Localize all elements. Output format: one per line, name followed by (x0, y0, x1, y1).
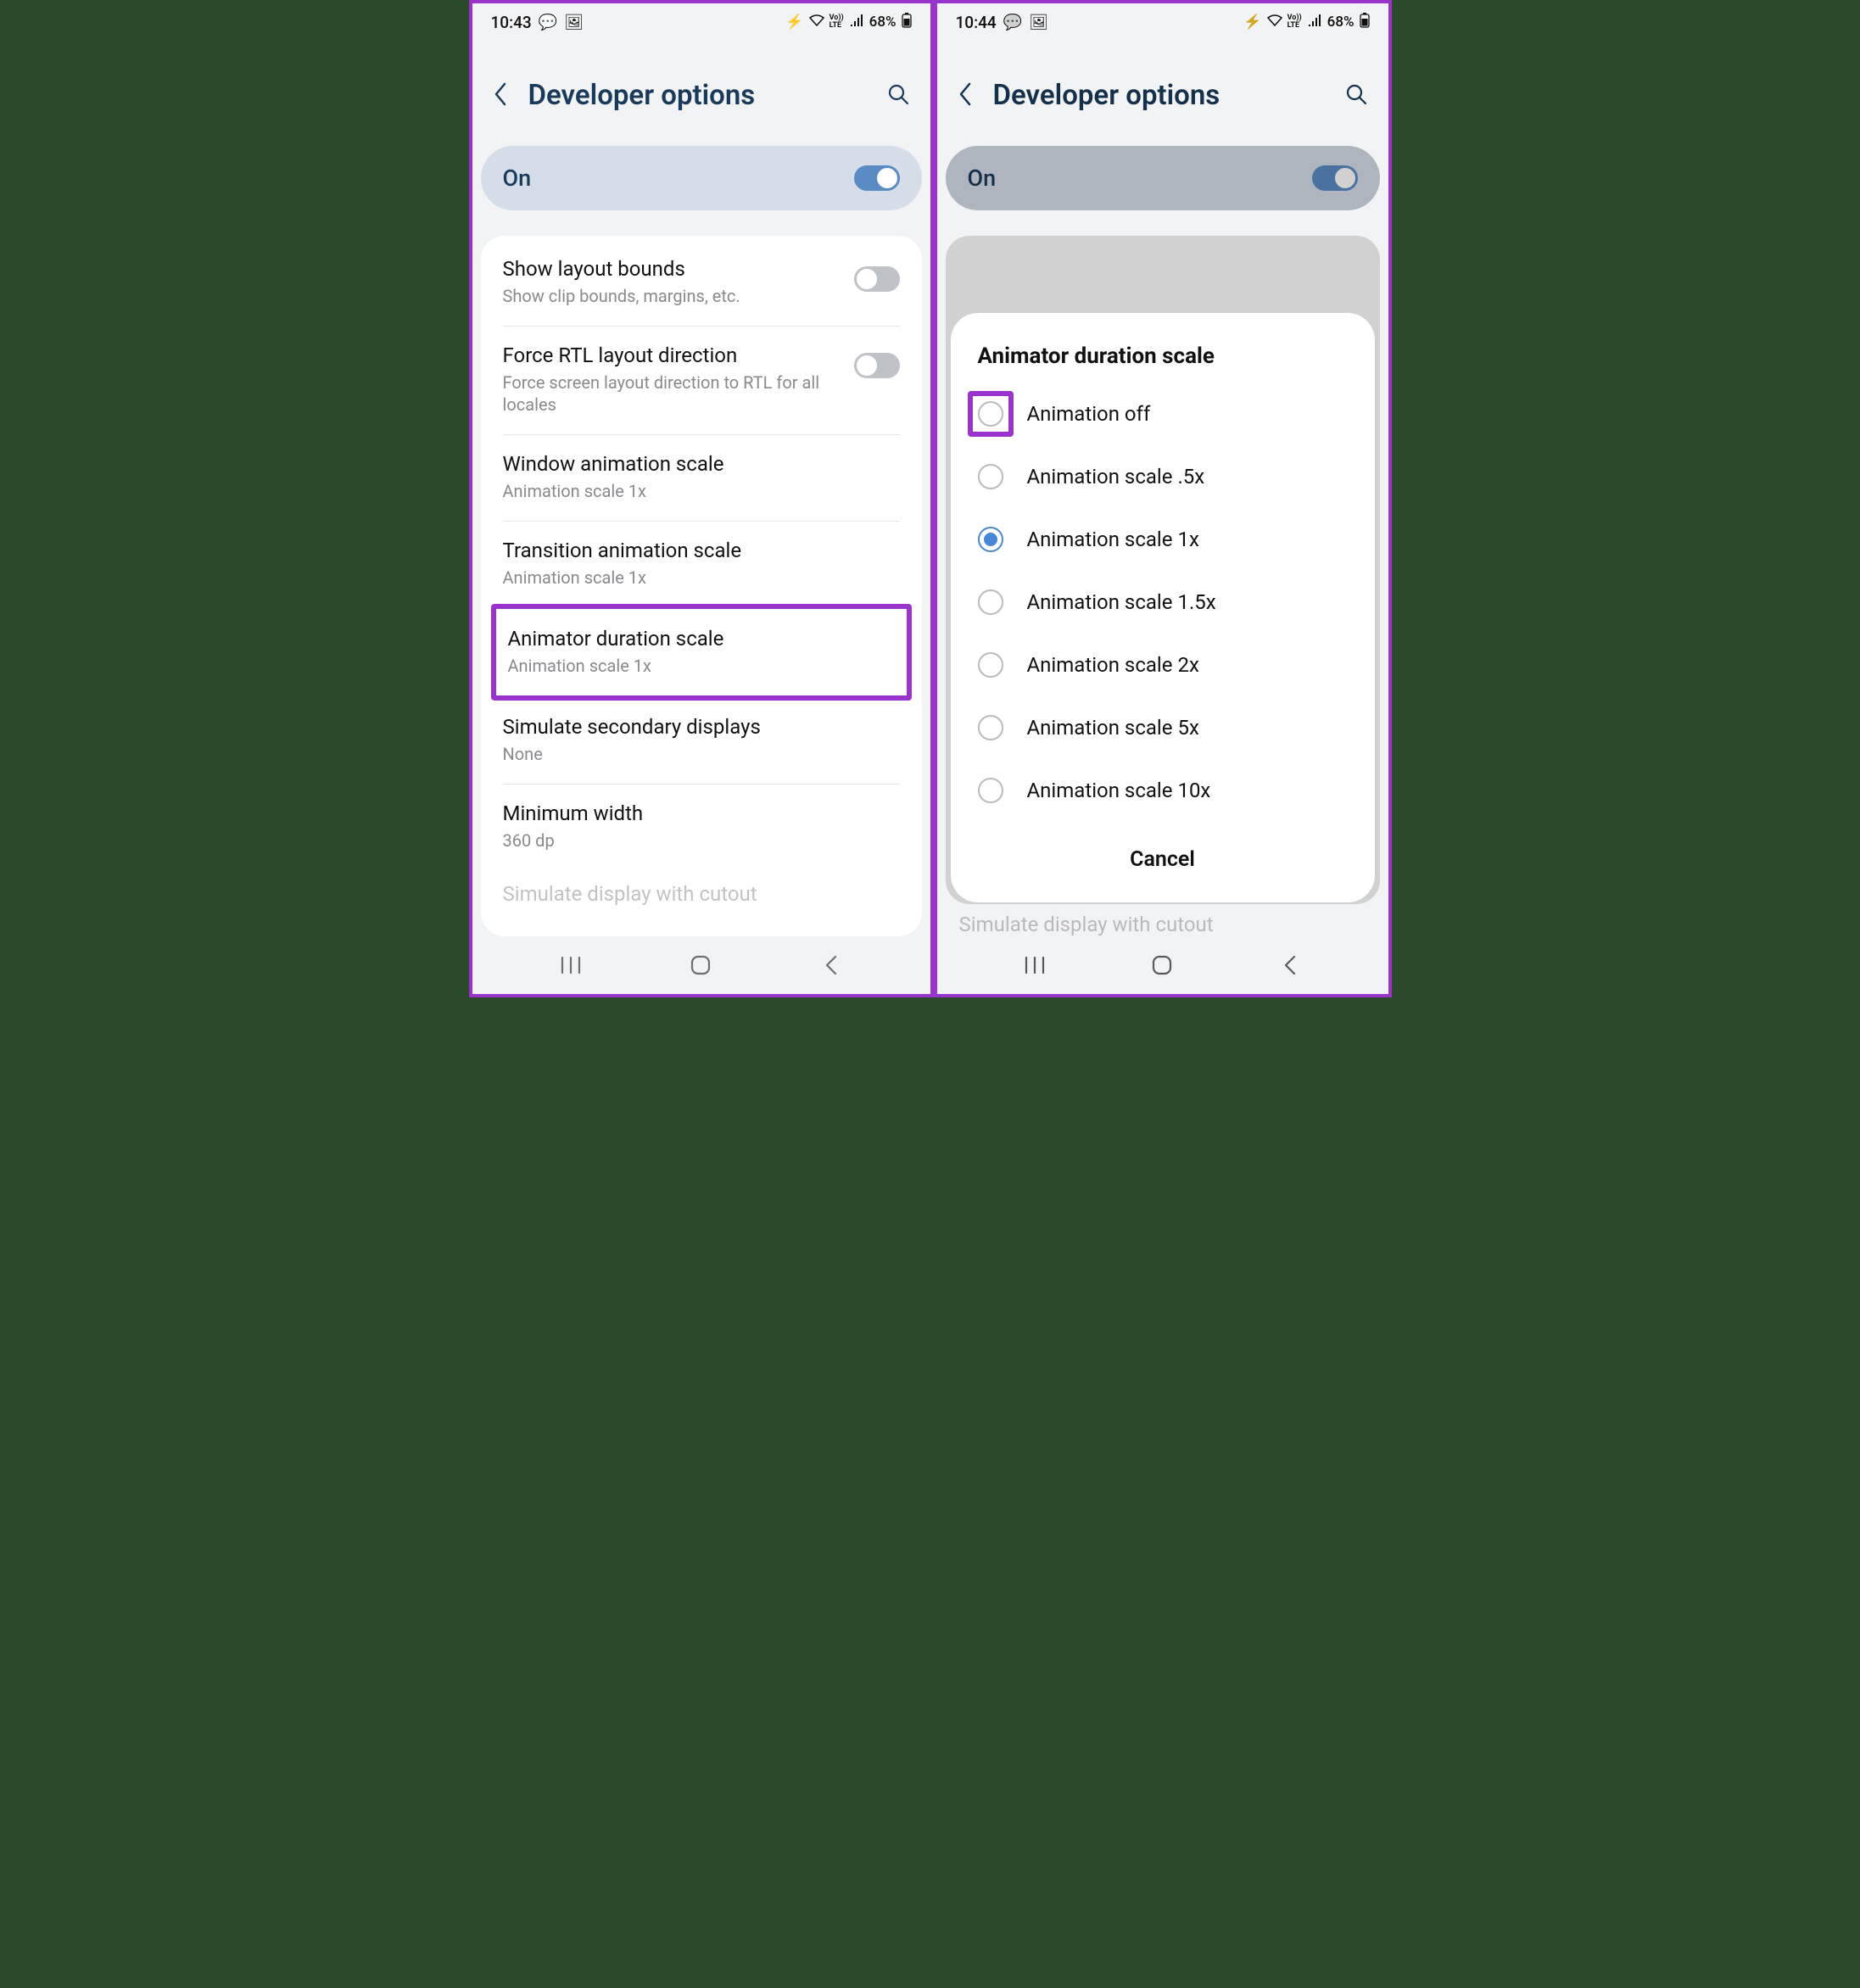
setting-subtitle: Force screen layout direction to RTL for… (503, 371, 846, 416)
cancel-button[interactable]: Cancel (951, 822, 1375, 889)
radio-label: Animation scale .5x (1027, 465, 1205, 489)
radio-label: Animation scale 10x (1027, 779, 1211, 802)
wifi-icon (1267, 14, 1282, 31)
nav-back-icon[interactable] (1278, 953, 1302, 977)
radio-option-animation-off[interactable]: Animation off (951, 383, 1375, 445)
radio-option-scale-05x[interactable]: Animation scale .5x (951, 445, 1375, 508)
setting-subtitle: 360 dp (503, 829, 891, 852)
search-button[interactable] (886, 82, 910, 109)
back-button[interactable] (958, 81, 973, 110)
setting-title: Transition animation scale (503, 538, 891, 563)
nav-recents-icon[interactable] (1023, 953, 1047, 977)
radio-icon (978, 652, 1003, 678)
master-toggle-switch[interactable] (854, 165, 900, 191)
radio-option-scale-1x[interactable]: Animation scale 1x (951, 508, 1375, 571)
page-title: Developer options (528, 79, 756, 112)
radio-icon (978, 715, 1003, 740)
toggle-switch[interactable] (854, 353, 900, 378)
radio-label: Animation scale 5x (1027, 716, 1199, 740)
setting-cutoff: Simulate display with cutout (937, 904, 1388, 936)
right-screenshot: 10:44 💬 🖼 ⚡ Vo))LTE 68% (930, 3, 1388, 994)
battery-percent: 68% (1327, 14, 1355, 31)
nav-home-icon[interactable] (689, 953, 712, 977)
toggle-switch[interactable] (854, 266, 900, 292)
master-toggle-row[interactable]: On (946, 146, 1380, 210)
battery-saver-icon: ⚡ (785, 14, 803, 31)
signal-icon (1307, 14, 1322, 31)
animator-duration-dialog: Animator duration scale Animation off An… (951, 313, 1375, 902)
setting-simulate-secondary-displays[interactable]: Simulate secondary displays None (481, 697, 922, 784)
radio-option-scale-5x[interactable]: Animation scale 5x (951, 696, 1375, 759)
nav-recents-icon[interactable] (559, 953, 583, 977)
radio-option-scale-2x[interactable]: Animation scale 2x (951, 634, 1375, 696)
radio-label: Animation off (1027, 402, 1151, 426)
battery-percent: 68% (869, 14, 896, 31)
setting-title: Animator duration scale (508, 626, 886, 651)
radio-label: Animation scale 1.5x (1027, 590, 1216, 614)
setting-subtitle: Show clip bounds, margins, etc. (503, 285, 846, 307)
setting-cutoff: Simulate display with cutout (481, 870, 922, 906)
nav-home-icon[interactable] (1150, 953, 1174, 977)
radio-icon (978, 778, 1003, 803)
radio-label: Animation scale 1x (1027, 528, 1199, 551)
signal-icon (849, 14, 864, 31)
volte-icon: Vo))LTE (829, 14, 844, 30)
master-toggle-label: On (503, 165, 532, 192)
setting-title: Minimum width (503, 801, 891, 826)
page-title: Developer options (993, 79, 1220, 112)
setting-subtitle: None (503, 743, 891, 765)
volte-icon: Vo))LTE (1287, 14, 1302, 30)
back-button[interactable] (493, 81, 508, 110)
radio-option-scale-15x[interactable]: Animation scale 1.5x (951, 571, 1375, 634)
radio-icon (978, 464, 1003, 489)
status-time: 10:43 (491, 13, 532, 32)
setting-title: Show layout bounds (503, 256, 846, 282)
master-toggle-label: On (968, 165, 997, 192)
setting-transition-animation-scale[interactable]: Transition animation scale Animation sca… (481, 521, 922, 607)
setting-subtitle: Animation scale 1x (503, 480, 891, 502)
image-icon: 🖼 (564, 14, 584, 31)
radio-icon (978, 589, 1003, 615)
settings-card: Show layout bounds Show clip bounds, mar… (481, 236, 922, 936)
wifi-icon (809, 14, 824, 31)
setting-subtitle: Animation scale 1x (508, 655, 886, 677)
app-bar: Developer options (472, 41, 930, 146)
setting-title: Force RTL layout direction (503, 343, 846, 368)
setting-window-animation-scale[interactable]: Window animation scale Animation scale 1… (481, 434, 922, 521)
nav-bar (937, 936, 1388, 994)
radio-icon (978, 401, 1003, 427)
master-toggle-switch[interactable] (1312, 165, 1358, 191)
setting-force-rtl[interactable]: Force RTL layout direction Force screen … (481, 326, 922, 434)
setting-title: Simulate secondary displays (503, 714, 891, 740)
nav-bar (472, 936, 930, 994)
radio-option-scale-10x[interactable]: Animation scale 10x (951, 759, 1375, 822)
battery-icon (1360, 13, 1370, 32)
battery-icon (902, 13, 912, 32)
chat-icon: 💬 (1003, 14, 1022, 31)
search-button[interactable] (1344, 82, 1368, 109)
setting-show-layout-bounds[interactable]: Show layout bounds Show clip bounds, mar… (481, 239, 922, 326)
left-screenshot: 10:43 💬 🖼 ⚡ Vo))LTE 68% (472, 3, 930, 994)
master-toggle-row[interactable]: On (481, 146, 922, 210)
battery-saver-icon: ⚡ (1243, 14, 1261, 31)
setting-animator-duration-scale[interactable]: Animator duration scale Animation scale … (496, 609, 907, 695)
image-icon: 🖼 (1029, 14, 1048, 31)
radio-label: Animation scale 2x (1027, 653, 1199, 677)
setting-minimum-width[interactable]: Minimum width 360 dp (481, 784, 922, 870)
setting-title: Window animation scale (503, 451, 891, 477)
dialog-title: Animator duration scale (951, 343, 1375, 383)
status-bar: 10:43 💬 🖼 ⚡ Vo))LTE 68% (472, 3, 930, 41)
radio-icon (978, 527, 1003, 552)
app-bar: Developer options (937, 41, 1388, 146)
setting-subtitle: Animation scale 1x (503, 567, 891, 589)
chat-icon: 💬 (539, 14, 557, 31)
status-bar: 10:44 💬 🖼 ⚡ Vo))LTE 68% (937, 3, 1388, 41)
nav-back-icon[interactable] (819, 953, 843, 977)
status-time: 10:44 (956, 13, 997, 32)
